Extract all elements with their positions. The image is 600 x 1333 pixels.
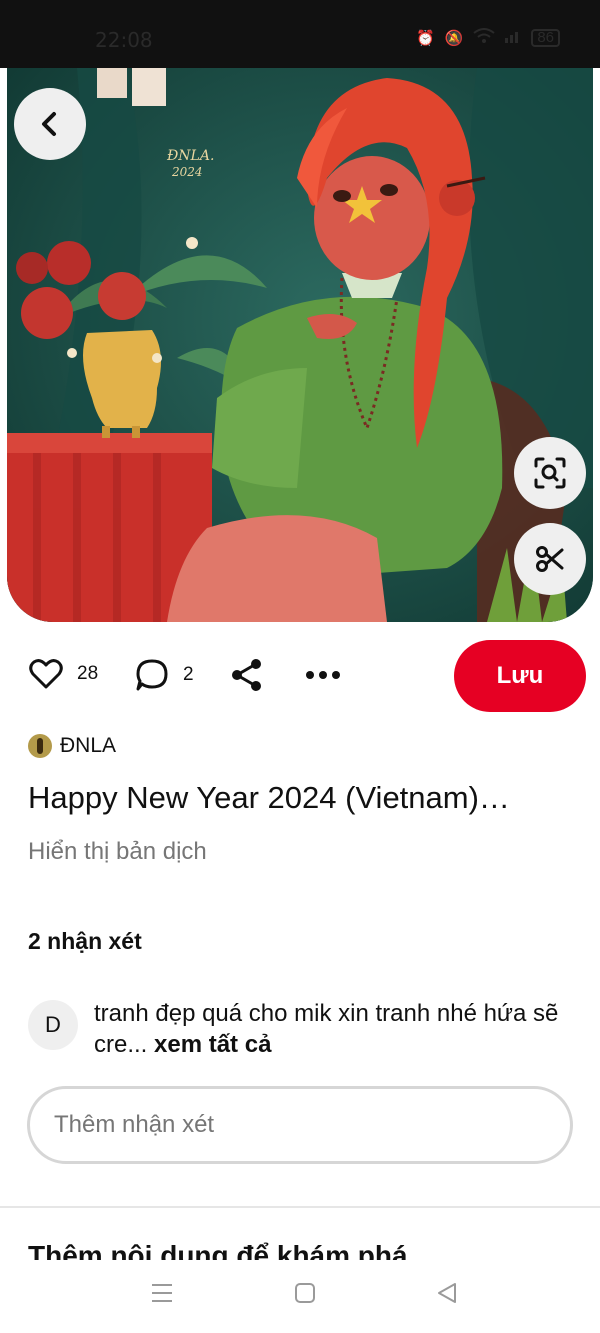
signal-icon bbox=[505, 29, 521, 47]
more-options-action[interactable] bbox=[305, 670, 341, 680]
add-comment-input[interactable]: Thêm nhận xét bbox=[27, 1086, 573, 1164]
like-action[interactable]: 28 bbox=[29, 658, 98, 690]
wifi-icon bbox=[473, 28, 495, 48]
visual-search-button[interactable] bbox=[514, 437, 586, 509]
more-to-explore-heading: Thêm nội dung để khám phá bbox=[28, 1240, 408, 1260]
cutout-button[interactable] bbox=[514, 523, 586, 595]
see-all-link[interactable]: xem tất cả bbox=[154, 1031, 271, 1058]
comments-heading[interactable]: 2 nhận xét bbox=[28, 928, 142, 955]
alarm-icon: ⏰ bbox=[415, 30, 435, 47]
battery-icon: 86 bbox=[531, 29, 560, 47]
share-action[interactable] bbox=[230, 658, 264, 692]
show-translation-link[interactable]: Hiển thị bản dịch bbox=[28, 838, 207, 866]
square-home-icon bbox=[295, 1283, 315, 1303]
comment-bubble-icon bbox=[136, 659, 168, 691]
creator-name[interactable]: ĐNLA bbox=[60, 734, 116, 758]
system-back-button[interactable] bbox=[436, 1282, 458, 1309]
divider bbox=[0, 1206, 600, 1208]
menu-lines-icon bbox=[152, 1284, 172, 1302]
lens-search-icon bbox=[534, 457, 566, 489]
like-count: 28 bbox=[77, 663, 99, 684]
creator-avatar[interactable] bbox=[28, 734, 52, 758]
pin-title: Happy New Year 2024 (Vietnam)… bbox=[28, 780, 510, 815]
comment-count: 2 bbox=[183, 664, 194, 685]
creator[interactable]: ĐNLA bbox=[28, 734, 116, 758]
pin-illustration: ĐNLA. 2024 bbox=[7, 68, 593, 622]
home-button[interactable] bbox=[294, 1282, 316, 1309]
status-bar: 22:08 ⏰ 🔕 86 bbox=[0, 0, 600, 68]
more-dots-icon bbox=[306, 671, 340, 679]
commenter-avatar[interactable]: D bbox=[28, 1000, 78, 1050]
status-time: 22:08 bbox=[95, 28, 153, 52]
pin-image[interactable]: ĐNLA. 2024 bbox=[7, 68, 593, 622]
mute-icon: 🔕 bbox=[444, 30, 464, 47]
save-button[interactable]: Lưu bbox=[454, 640, 586, 712]
system-nav-bar bbox=[0, 1260, 600, 1333]
status-icons: ⏰ 🔕 86 bbox=[416, 28, 560, 48]
signature-text: ĐNLA. bbox=[166, 148, 214, 164]
scissors-icon bbox=[536, 546, 564, 572]
battery-level: 86 bbox=[537, 29, 554, 46]
back-button[interactable] bbox=[14, 88, 86, 160]
chevron-left-icon bbox=[42, 112, 56, 136]
triangle-back-icon bbox=[438, 1283, 456, 1303]
comment-text: tranh đẹp quá cho mik xin tranh nhé hứa … bbox=[94, 998, 576, 1060]
comment-action[interactable]: 2 bbox=[135, 658, 194, 692]
signature-year: 2024 bbox=[171, 165, 203, 179]
heart-icon bbox=[29, 659, 63, 689]
action-row: 28 2 Lưu bbox=[0, 640, 600, 714]
share-icon bbox=[232, 659, 261, 691]
recent-apps-button[interactable] bbox=[150, 1282, 174, 1309]
